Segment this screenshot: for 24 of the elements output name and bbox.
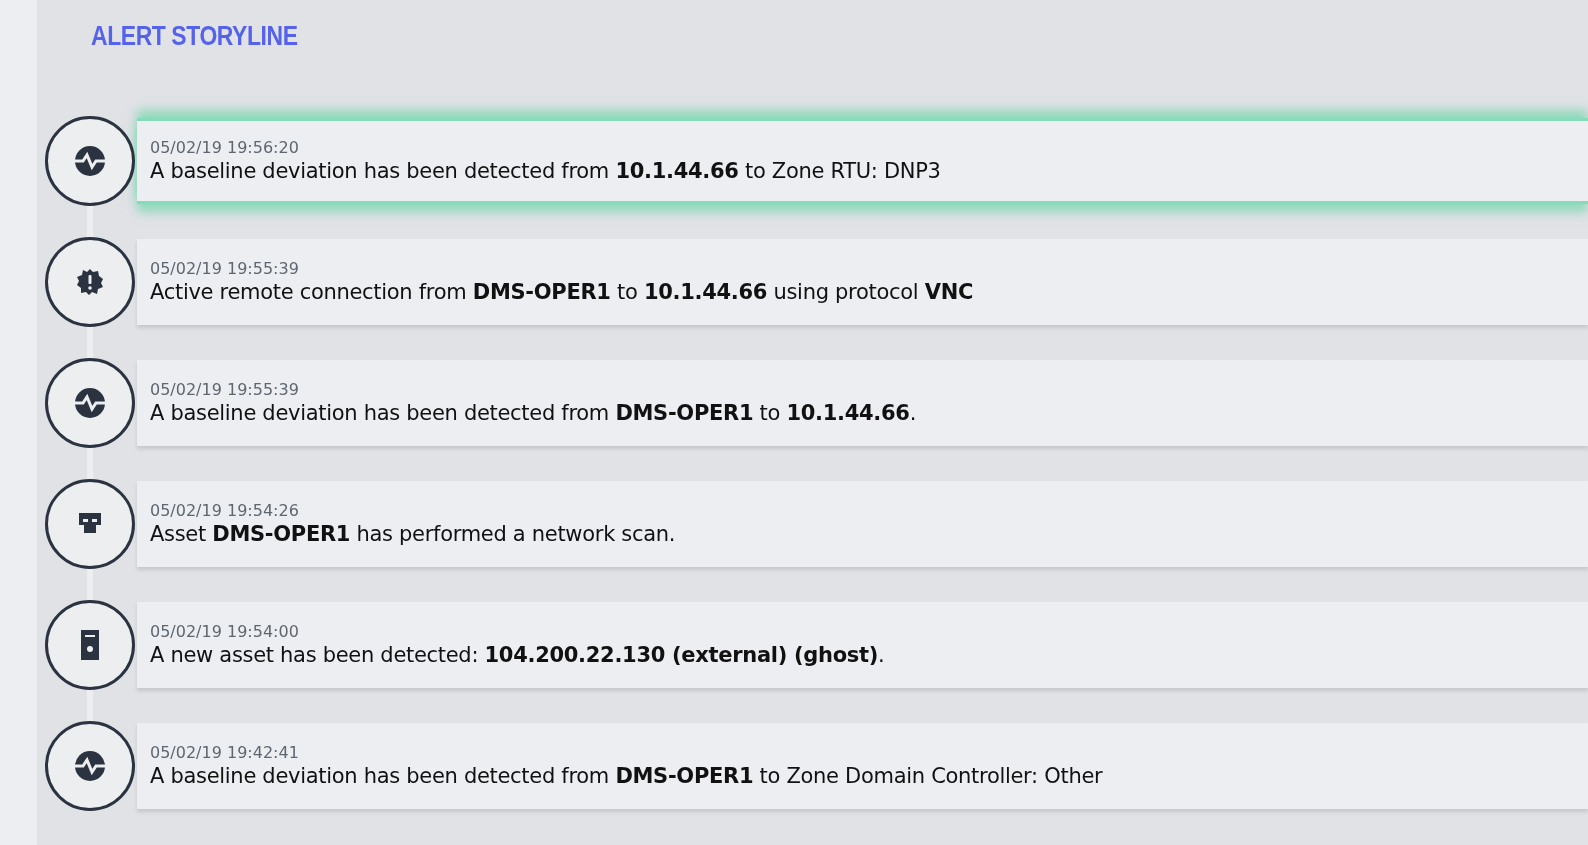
event-timestamp: 05/02/19 19:55:39: [150, 379, 300, 399]
event-timestamp: 05/02/19 19:56:20: [150, 137, 300, 157]
event-timestamp: 05/02/19 19:54:26: [150, 500, 300, 520]
event-message: Active remote connection from DMS-OPER1 to 10.1.44.66 using protocol VNC: [150, 278, 975, 306]
event-message: Asset DMS-OPER1 has performed a network scan.: [150, 520, 677, 548]
event-card[interactable]: 05/02/19 19:56:20 A baseline deviation has been detected from 10.1.44.66 to Zone RTU: DNP3: [137, 118, 1588, 205]
pulse-icon: [73, 749, 107, 784]
event-card[interactable]: 05/02/19 19:55:39 A baseline deviation has been detected from DMS-OPER1 to 10.1.44.66.: [137, 360, 1588, 447]
event-timestamp: 05/02/19 19:42:41: [150, 742, 300, 762]
event-card[interactable]: 05/02/19 19:54:00 A new asset has been detected: 104.200.22.130 (external) (ghost).: [137, 602, 1588, 689]
event-card[interactable]: 05/02/19 19:55:39 Active remote connection from DMS-OPER1 to 10.1.44.66 using protocol VNC: [137, 239, 1588, 326]
event-timestamp: 05/02/19 19:54:00: [150, 621, 300, 641]
event-card[interactable]: 05/02/19 19:42:41 A baseline deviation has been detected from DMS-OPER1 to Zone Domain Controller: Other: [137, 723, 1588, 810]
event-card[interactable]: 05/02/19 19:54:26 Asset DMS-OPER1 has performed a network scan.: [137, 481, 1588, 568]
event-message: A baseline deviation has been detected from 10.1.44.66 to Zone RTU: DNP3: [150, 157, 942, 185]
event-message: A baseline deviation has been detected from DMS-OPER1 to 10.1.44.66.: [150, 399, 918, 427]
alert-badge-icon: [76, 268, 104, 297]
pulse-icon: [73, 386, 107, 421]
event-message: A new asset has been detected: 104.200.22.130 (external) (ghost).: [150, 641, 886, 669]
event-timestamp: 05/02/19 19:55:39: [150, 258, 300, 278]
event-message: A baseline deviation has been detected from DMS-OPER1 to Zone Domain Controller: Other: [150, 762, 1104, 790]
section-title: ALERT STORYLINE: [91, 20, 298, 53]
server-icon: [80, 629, 100, 662]
pulse-icon: [73, 144, 107, 179]
